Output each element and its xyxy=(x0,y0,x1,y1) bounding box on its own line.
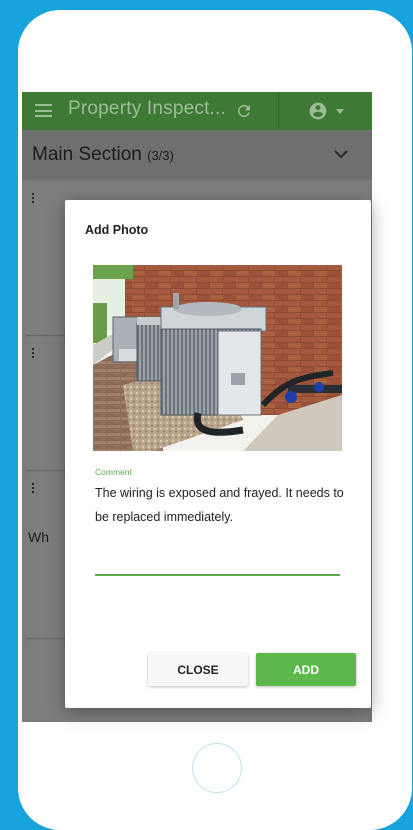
add-button[interactable]: ADD xyxy=(256,653,356,686)
drag-handle-icon[interactable] xyxy=(32,348,35,360)
comment-input-underline xyxy=(95,574,340,576)
add-photo-dialog: Add Photo Comment The wiring is exposed … xyxy=(65,200,371,708)
section-title-text: Main Section xyxy=(32,144,142,165)
app-bar: Property Inspect... xyxy=(22,92,372,130)
dialog-title: Add Photo xyxy=(85,223,149,237)
caret-down-icon[interactable] xyxy=(336,109,344,114)
comment-label: Comment xyxy=(95,467,132,477)
close-button[interactable]: CLOSE xyxy=(148,653,248,686)
section-header[interactable]: Main Section (3/3) xyxy=(22,130,372,180)
app-title: Property Inspect... xyxy=(68,98,226,119)
inspection-photo xyxy=(93,265,342,451)
app-bar-divider xyxy=(278,92,279,130)
section-count: (3/3) xyxy=(147,148,174,163)
comment-textarea[interactable]: The wiring is exposed and frayed. It nee… xyxy=(95,481,345,529)
drag-handle-icon[interactable] xyxy=(32,483,35,495)
section-title: Main Section (3/3) xyxy=(32,144,174,166)
partial-question-text: Wh xyxy=(28,529,49,545)
drag-handle-icon[interactable] xyxy=(32,193,35,205)
hamburger-menu-icon[interactable] xyxy=(35,104,52,117)
refresh-icon[interactable] xyxy=(235,102,253,120)
chevron-down-icon[interactable] xyxy=(334,150,348,159)
home-button[interactable] xyxy=(192,743,242,793)
account-circle-icon[interactable] xyxy=(308,101,328,121)
